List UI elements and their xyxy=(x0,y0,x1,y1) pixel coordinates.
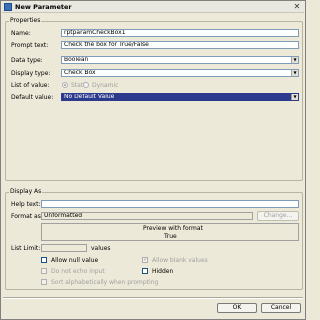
data-type-value: Boolean xyxy=(64,56,89,63)
change-button[interactable]: Change... xyxy=(257,211,299,221)
default-value-label: Default value: xyxy=(11,94,54,101)
list-limit-label: List Limit: xyxy=(11,245,41,252)
allow-blank-label: Allow blank values xyxy=(152,257,208,264)
ok-button[interactable]: OK xyxy=(217,303,257,313)
prompt-text-label: Prompt text: xyxy=(11,42,49,49)
default-value-value: No Default Value xyxy=(64,93,115,100)
display-type-select[interactable]: Check Box ▼ xyxy=(61,69,299,77)
hidden-label: Hidden xyxy=(152,268,174,275)
preview-label: Preview with format xyxy=(143,225,203,232)
close-icon[interactable]: ✕ xyxy=(293,3,301,11)
help-text-input[interactable] xyxy=(41,200,299,208)
cancel-button[interactable]: Cancel xyxy=(261,303,301,313)
format-as-label: Format as: xyxy=(11,213,43,220)
dynamic-label: Dynamic xyxy=(92,82,119,89)
list-of-value-label: List of value: xyxy=(11,82,50,89)
list-limit-input[interactable] xyxy=(41,244,87,252)
new-parameter-dialog: New Parameter ✕ Properties Name: rptpara… xyxy=(0,0,306,320)
default-value-select[interactable]: No Default Value ▼ xyxy=(61,93,299,101)
no-echo-checkbox[interactable] xyxy=(41,268,47,274)
allow-null-checkbox[interactable] xyxy=(41,257,47,263)
static-radio[interactable] xyxy=(62,82,68,88)
properties-legend: Properties xyxy=(9,17,42,24)
allow-blank-checkbox[interactable] xyxy=(142,256,148,263)
button-divider xyxy=(3,297,303,299)
display-as-legend: Display As xyxy=(9,188,43,195)
format-as-field: Unformatted xyxy=(41,212,253,220)
chevron-down-icon[interactable]: ▼ xyxy=(291,94,298,100)
app-icon xyxy=(4,3,12,11)
allow-null-label: Allow null value xyxy=(51,257,99,264)
window-title: New Parameter xyxy=(15,3,72,11)
chevron-down-icon[interactable]: ▼ xyxy=(291,70,298,76)
dynamic-radio[interactable] xyxy=(83,82,89,88)
chevron-down-icon[interactable]: ▼ xyxy=(291,57,298,63)
title-bar: New Parameter ✕ xyxy=(2,2,304,13)
sort-checkbox[interactable] xyxy=(41,279,47,285)
values-label: values xyxy=(91,245,111,252)
display-type-label: Display type: xyxy=(11,70,51,77)
name-label: Name: xyxy=(11,30,31,37)
sort-label: Sort alphabetically when prompting xyxy=(51,279,159,286)
data-type-label: Data type: xyxy=(11,57,43,64)
display-type-value: Check Box xyxy=(64,69,96,76)
preview-value: True xyxy=(164,233,177,240)
help-text-label: Help text: xyxy=(11,201,41,208)
prompt-text-input[interactable]: Check the box for True/False xyxy=(61,41,299,49)
data-type-select[interactable]: Boolean ▼ xyxy=(61,56,299,64)
no-echo-label: Do not echo input xyxy=(51,268,105,275)
hidden-checkbox[interactable] xyxy=(142,268,148,274)
name-input[interactable]: rptparamCheckBox1 xyxy=(61,29,299,37)
